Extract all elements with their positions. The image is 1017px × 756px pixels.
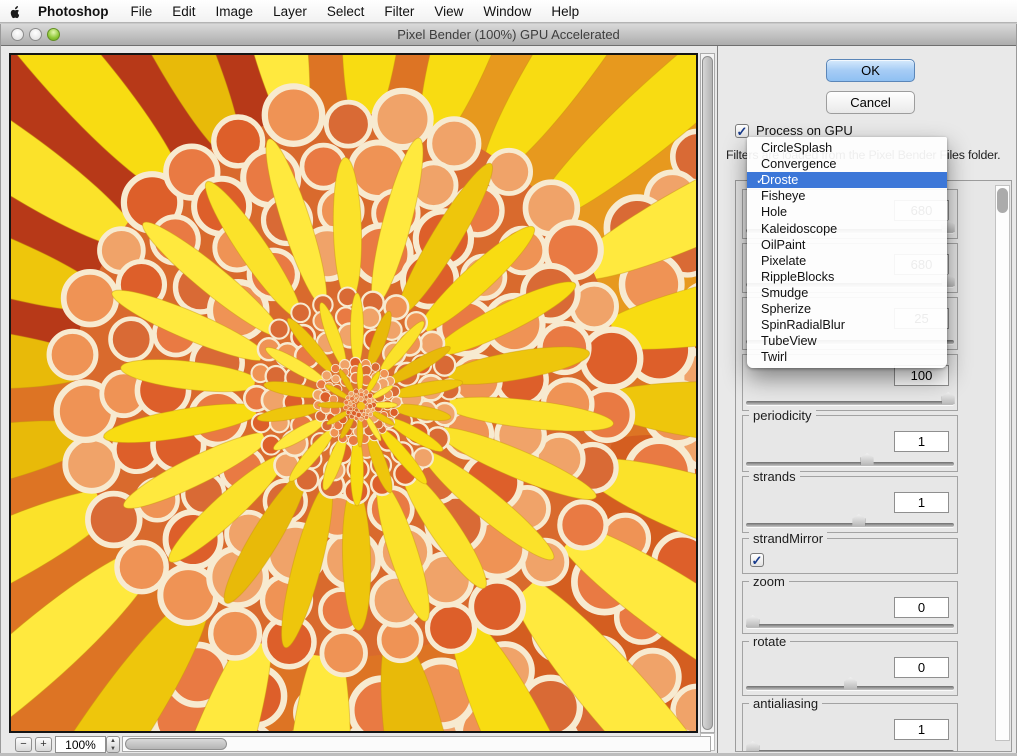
menu-item-filter[interactable]: Filter xyxy=(374,0,424,23)
param-slider-thumb[interactable] xyxy=(844,677,857,689)
filter-menu-item-tubeview[interactable]: TubeView xyxy=(747,333,947,349)
filter-menu-item-twirl[interactable]: Twirl xyxy=(747,349,947,365)
cancel-button[interactable]: Cancel xyxy=(826,91,915,114)
checkmark-icon: ✓ xyxy=(747,174,761,187)
process-on-gpu-label: Process on GPU xyxy=(756,123,853,138)
preview-horizontal-scrollbar[interactable] xyxy=(122,736,711,752)
filter-menu-item-circlesplash[interactable]: CircleSplash xyxy=(747,140,947,156)
param-value-input[interactable] xyxy=(894,492,949,513)
apple-menu[interactable] xyxy=(0,0,30,23)
process-on-gpu-checkbox[interactable]: ✓ xyxy=(735,124,749,138)
filter-menu-item-label: Smudge xyxy=(761,286,808,300)
filter-menu-item-spherize[interactable]: Spherize xyxy=(747,301,947,317)
filter-menu-item-label: RippleBlocks xyxy=(761,270,834,284)
param-slider-thumb[interactable] xyxy=(852,514,865,526)
param-value-input[interactable] xyxy=(894,365,949,386)
zoom-out-button[interactable]: − xyxy=(15,737,32,752)
param-label: periodicity xyxy=(749,408,816,423)
filter-menu-item-label: CircleSplash xyxy=(761,141,832,155)
param-slider-thumb[interactable] xyxy=(861,453,874,465)
param-label: antialiasing xyxy=(749,696,822,711)
param-slider-track[interactable] xyxy=(746,750,954,752)
param-label: rotate xyxy=(749,634,790,649)
stepper-down-icon[interactable]: ▼ xyxy=(107,745,119,753)
filter-menu-item-label: TubeView xyxy=(761,334,817,348)
param-group-zoom: zoom xyxy=(742,581,958,634)
ok-button[interactable]: OK xyxy=(826,59,915,82)
param-slider-thumb[interactable] xyxy=(746,741,759,752)
filter-menu-item-hole[interactable]: Hole xyxy=(747,204,947,220)
filter-menu-item-fisheye[interactable]: Fisheye xyxy=(747,188,947,204)
param-slider-thumb[interactable] xyxy=(746,615,759,627)
param-slider-track[interactable] xyxy=(746,686,954,690)
zoom-stepper[interactable]: ▲ ▼ xyxy=(106,736,120,753)
window-title: Pixel Bender (100%) GPU Accelerated xyxy=(1,24,1016,46)
window-title-bar[interactable]: Pixel Bender (100%) GPU Accelerated xyxy=(1,24,1016,46)
filter-menu-item-label: Twirl xyxy=(761,350,787,364)
filter-menu-item-droste[interactable]: ✓Droste xyxy=(747,172,947,188)
param-group-strands: strands xyxy=(742,476,958,533)
filter-menu-item-label: Fisheye xyxy=(761,189,805,203)
filter-menu-item-label: Spherize xyxy=(761,302,811,316)
menu-item-photoshop[interactable]: Photoshop xyxy=(30,0,121,23)
filter-menu-item-label: OilPaint xyxy=(761,238,805,252)
parameters-scrollbar-thumb[interactable] xyxy=(997,188,1008,213)
param-value-input[interactable] xyxy=(894,719,949,740)
menu-item-image[interactable]: Image xyxy=(206,0,264,23)
param-slider-track[interactable] xyxy=(746,523,954,527)
filter-menu-item-label: Pixelate xyxy=(761,254,806,268)
param-slider-track[interactable] xyxy=(746,401,954,405)
menu-item-view[interactable]: View xyxy=(424,0,473,23)
param-group-strandMirror: strandMirror✓ xyxy=(742,538,958,574)
filter-menu-item-convergence[interactable]: Convergence xyxy=(747,156,947,172)
param-label: strandMirror xyxy=(749,531,827,546)
param-slider-thumb[interactable] xyxy=(942,392,955,404)
filter-menu-item-label: Convergence xyxy=(761,157,836,171)
param-slider-track[interactable] xyxy=(746,462,954,466)
filter-menu-item-pixelate[interactable]: Pixelate xyxy=(747,253,947,269)
filter-menu-item-oilpaint[interactable]: OilPaint xyxy=(747,237,947,253)
param-group-periodicity: periodicity xyxy=(742,415,958,472)
zoom-percent-field[interactable] xyxy=(55,736,106,753)
param-value-input[interactable] xyxy=(894,431,949,452)
menu-item-window[interactable]: Window xyxy=(473,0,541,23)
param-label: zoom xyxy=(749,574,789,589)
filter-popup-menu: CircleSplashConvergence✓DrosteFisheyeHol… xyxy=(747,137,947,368)
param-value-input[interactable] xyxy=(894,657,949,678)
filter-menu-item-label: SpinRadialBlur xyxy=(761,318,845,332)
stepper-up-icon[interactable]: ▲ xyxy=(107,737,119,745)
menu-bar: PhotoshopFileEditImageLayerSelectFilterV… xyxy=(0,0,1017,23)
parameters-scrollbar[interactable] xyxy=(995,185,1010,741)
param-slider-track[interactable] xyxy=(746,624,954,628)
param-group-rotate: rotate xyxy=(742,641,958,696)
menu-item-file[interactable]: File xyxy=(121,0,163,23)
param-label: strands xyxy=(749,469,800,484)
param-value-input[interactable] xyxy=(894,597,949,618)
preview-image[interactable] xyxy=(9,53,698,733)
param-group-antialiasing: antialiasing xyxy=(742,703,958,752)
filter-menu-item-smudge[interactable]: Smudge xyxy=(747,285,947,301)
menu-item-select[interactable]: Select xyxy=(317,0,375,23)
menu-item-edit[interactable]: Edit xyxy=(162,0,205,23)
filter-menu-item-kaleidoscope[interactable]: Kaleidoscope xyxy=(747,220,947,236)
menu-item-layer[interactable]: Layer xyxy=(263,0,317,23)
flower-image xyxy=(11,55,696,731)
zoom-in-button[interactable]: + xyxy=(35,737,52,752)
filter-menu-item-label: Hole xyxy=(761,205,787,219)
filter-menu-item-rippleblocks[interactable]: RippleBlocks xyxy=(747,269,947,285)
pixel-bender-window: Pixel Bender (100%) GPU Accelerated − + … xyxy=(0,24,1017,753)
filter-menu-item-label: Droste xyxy=(761,173,798,187)
param-checkbox[interactable]: ✓ xyxy=(750,553,764,567)
horizontal-scrollbar-thumb[interactable] xyxy=(125,738,227,750)
vertical-scrollbar-thumb[interactable] xyxy=(702,56,713,730)
filter-menu-item-label: Kaleidoscope xyxy=(761,222,837,236)
preview-vertical-scrollbar[interactable] xyxy=(700,53,715,733)
filter-menu-item-spinradialblur[interactable]: SpinRadialBlur xyxy=(747,317,947,333)
menu-item-help[interactable]: Help xyxy=(541,0,589,23)
apple-icon xyxy=(9,4,22,19)
